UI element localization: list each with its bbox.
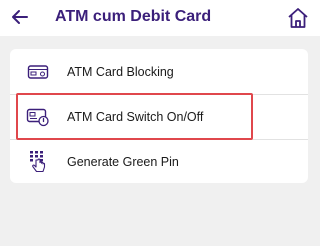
menu-item-generate-green-pin[interactable]: Generate Green Pin [10,140,308,184]
menu-item-atm-card-blocking[interactable]: ATM Card Blocking [10,50,308,94]
menu-item-label: ATM Card Blocking [67,65,174,79]
keypad-touch-icon [26,150,50,174]
arrow-left-icon[interactable] [8,5,32,29]
highlight-box [16,93,253,140]
menu-item-label: Generate Green Pin [67,155,179,169]
page-title: ATM cum Debit Card [55,8,212,25]
app-header: ATM cum Debit Card [0,0,320,36]
home-icon[interactable] [284,4,312,32]
card-block-icon [26,60,50,84]
